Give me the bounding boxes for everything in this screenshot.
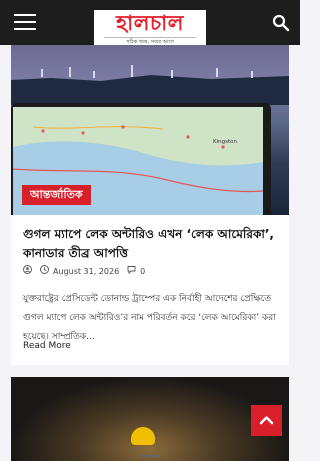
user-icon	[23, 265, 32, 278]
search-icon[interactable]	[272, 14, 290, 32]
comment-icon	[127, 265, 136, 278]
chevron-up-icon	[259, 416, 274, 425]
article-meta: August 31, 2026 0	[23, 265, 145, 278]
helmet-graphic	[131, 427, 155, 445]
article-card: Kingston আন্তর্জাতিক গুগল ম্যাপে লেক অন্…	[11, 45, 289, 365]
scroll-indicator	[140, 455, 160, 457]
map-city-label: Kingston	[213, 139, 237, 145]
read-more-link[interactable]: Read More	[23, 341, 71, 351]
category-badge[interactable]: আন্তর্জাতিক	[22, 185, 91, 205]
article-date[interactable]: August 31, 2026	[53, 266, 119, 278]
article-excerpt: যুক্তরাষ্ট্রের প্রেসিডেন্ট ডোনাল্ড ট্রাম…	[23, 294, 276, 342]
comment-count[interactable]: 0	[140, 266, 145, 278]
clock-icon	[40, 265, 49, 278]
hamburger-icon[interactable]	[14, 14, 36, 32]
site-logo[interactable]: হালচাল সঠিক খবর, সবার আগে	[94, 10, 206, 49]
logo-text: হালচাল	[116, 11, 184, 35]
next-article-image[interactable]	[11, 377, 289, 461]
article-title[interactable]: গুগল ম্যাপে লেক অন্টারিও এখন ‘লেক আমেরিক…	[23, 225, 285, 263]
article-image[interactable]: Kingston আন্তর্জাতিক	[11, 45, 289, 215]
next-article-card[interactable]	[11, 377, 289, 461]
back-to-top-button[interactable]	[251, 405, 282, 436]
